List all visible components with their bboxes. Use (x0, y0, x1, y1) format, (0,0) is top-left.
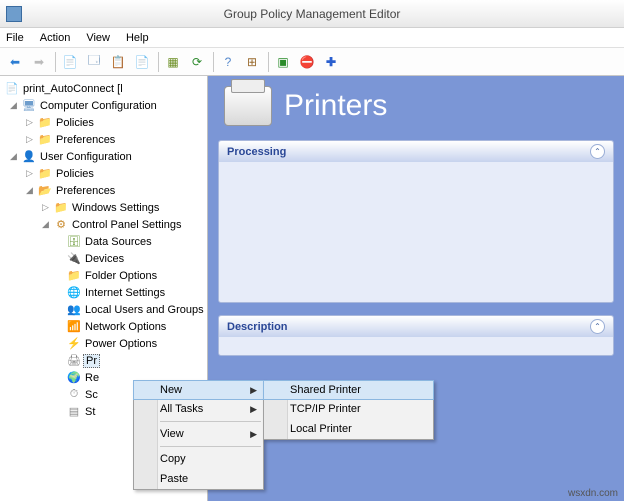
forward-button[interactable]: ➡ (28, 51, 50, 73)
panel-processing-title: Processing (227, 146, 286, 158)
refresh-button[interactable]: ⟳ (186, 51, 208, 73)
menu-file[interactable]: File (6, 32, 24, 44)
tree-network-options[interactable]: 📶Network Options (4, 318, 207, 335)
collapse-icon[interactable]: ⌃ (590, 144, 605, 159)
up-button[interactable]: 📄 (59, 51, 81, 73)
tree-internet-settings[interactable]: 🌐Internet Settings (4, 284, 207, 301)
tree-control-panel-settings[interactable]: ◢⚙Control Panel Settings (4, 216, 207, 233)
window-title: Group Policy Management Editor (224, 7, 401, 21)
tree-cc-policies[interactable]: ▷📁Policies (4, 114, 207, 131)
ctx-view[interactable]: View▶ (134, 424, 263, 444)
collapse-icon[interactable]: ⌃ (590, 319, 605, 334)
back-button[interactable]: ⬅ (4, 51, 26, 73)
tree-data-sources[interactable]: 🗄Data Sources (4, 233, 207, 250)
context-menu: New▶ All Tasks▶ View▶ Copy Paste (133, 380, 264, 490)
tree-devices[interactable]: 🔌Devices (4, 250, 207, 267)
ctx-paste[interactable]: Paste (134, 469, 263, 489)
ctx-all-tasks[interactable]: All Tasks▶ (134, 399, 263, 419)
menu-view[interactable]: View (86, 32, 110, 44)
watermark: wsxdn.com (568, 488, 618, 499)
filter-button[interactable]: ▦ (162, 51, 184, 73)
export-button[interactable]: ▣ (272, 51, 294, 73)
tree-power-options[interactable]: ⚡Power Options (4, 335, 207, 352)
ctx-new[interactable]: New▶ (133, 380, 264, 400)
tree-uc-policies[interactable]: ▷📁Policies (4, 165, 207, 182)
menu-action[interactable]: Action (40, 32, 71, 44)
panel-description-title: Description (227, 321, 288, 333)
properties-button[interactable]: 🗔 (83, 51, 105, 73)
tree-folder-options[interactable]: 📁Folder Options (4, 267, 207, 284)
title-bar: Group Policy Management Editor (0, 0, 624, 28)
help-button[interactable]: ? (217, 51, 239, 73)
tree-printers[interactable]: 🖨Pr (4, 352, 207, 369)
menu-help[interactable]: Help (126, 32, 149, 44)
tree-cc-preferences[interactable]: ▷📁Preferences (4, 131, 207, 148)
content-header: Printers (208, 76, 624, 140)
menu-bar: File Action View Help (0, 28, 624, 48)
toolbar: ⬅ ➡ 📄 🗔 📋 📄 ▦ ⟳ ? ⊞ ▣ ⛔ ✚ (0, 48, 624, 76)
page-title: Printers (284, 89, 387, 123)
context-submenu: Shared Printer TCP/IP Printer Local Prin… (263, 380, 434, 440)
ctx-shared-printer[interactable]: Shared Printer (263, 380, 434, 400)
ctx-copy[interactable]: Copy (134, 449, 263, 469)
paste-button[interactable]: 📄 (131, 51, 153, 73)
app-icon (6, 6, 22, 22)
panel-description: Description ⌃ (218, 315, 614, 356)
tree-windows-settings[interactable]: ▷📁Windows Settings (4, 199, 207, 216)
add-button[interactable]: ✚ (320, 51, 342, 73)
options-button[interactable]: ⊞ (241, 51, 263, 73)
ctx-local-printer[interactable]: Local Printer (264, 419, 433, 439)
copy-button[interactable]: 📋 (107, 51, 129, 73)
panel-processing: Processing ⌃ (218, 140, 614, 303)
tree-root[interactable]: 📄print_AutoConnect [l (4, 80, 207, 97)
tree-local-users[interactable]: 👥Local Users and Groups (4, 301, 207, 318)
tree-uc-preferences[interactable]: ◢📂Preferences (4, 182, 207, 199)
tree-computer-config[interactable]: ◢🖥Computer Configuration (4, 97, 207, 114)
ctx-tcpip-printer[interactable]: TCP/IP Printer (264, 399, 433, 419)
tree-user-config[interactable]: ◢👤User Configuration (4, 148, 207, 165)
stop-button[interactable]: ⛔ (296, 51, 318, 73)
printer-icon (224, 86, 272, 126)
